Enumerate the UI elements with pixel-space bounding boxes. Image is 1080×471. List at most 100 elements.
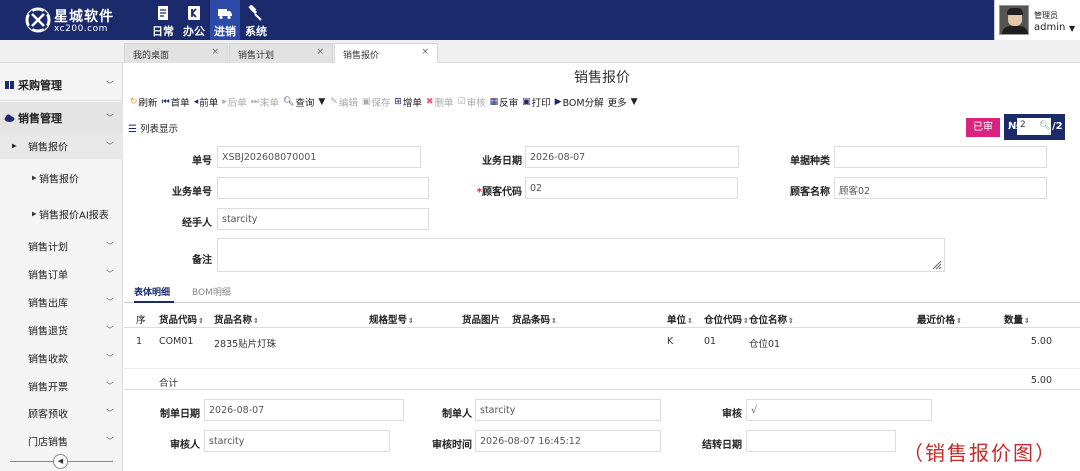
bom-button[interactable]: ▶ BOM分解 xyxy=(555,95,604,109)
remark-field[interactable] xyxy=(217,238,945,272)
next-icon: ▸ xyxy=(222,97,227,107)
doc-no-label: 单号 xyxy=(192,156,212,167)
cell-loc-name: 仓位01 xyxy=(749,339,781,350)
refresh-button[interactable]: ↻ 刷新 xyxy=(130,95,158,109)
search-button[interactable]: 🔍︎ 查询 ▼ xyxy=(283,95,326,109)
approve-button[interactable]: ☑ 审核 xyxy=(458,95,486,109)
top-bar: 星城软件 xc200.com 日常 办公 进销 系统 管理员 admin ▼ xyxy=(0,0,1080,40)
auditor-field[interactable]: starcity xyxy=(204,430,390,452)
close-icon[interactable]: × xyxy=(316,47,324,57)
col-barcode[interactable]: 货品条码⇕ xyxy=(512,312,557,326)
brand-logo[interactable]: 星城软件 xc200.com xyxy=(24,4,134,36)
user-menu[interactable]: 管理员 admin ▼ xyxy=(994,0,1080,40)
tab-desktop[interactable]: 我的桌面 × xyxy=(124,43,228,63)
topnav-system[interactable]: 系统 xyxy=(241,0,271,40)
topnav-sales[interactable]: 进销 xyxy=(210,0,240,40)
refresh-icon: ↻ xyxy=(130,97,138,107)
col-loc-code[interactable]: 仓位代码⇕ xyxy=(704,312,749,326)
list-view-toggle[interactable]: ☰ 列表显示 xyxy=(128,121,178,135)
record-pager: № 2 🔍︎ /2 xyxy=(1004,114,1065,140)
col-image: 货品图片 xyxy=(462,315,501,326)
biz-no-field[interactable] xyxy=(217,177,429,199)
col-last-price[interactable]: 最近价格⇕ xyxy=(917,312,962,326)
edit-button[interactable]: ✎ 编辑 xyxy=(330,95,358,109)
sidebar-item-sales-return[interactable]: 销售退货 ﹀ xyxy=(0,316,123,344)
chevron-down-icon: ﹀ xyxy=(106,436,114,446)
biz-date-field[interactable]: 2026-08-07 xyxy=(525,146,739,168)
detail-tabs: 表体明细 BOM明细 xyxy=(124,277,1080,303)
save-button[interactable]: ▣ 保存 xyxy=(362,95,391,109)
avatar xyxy=(999,5,1029,35)
sidebar-item-sales-quote[interactable]: ▶ 销售报价 ﹀ xyxy=(0,133,123,159)
biz-date-label: 业务日期 xyxy=(482,156,522,167)
sidebar-collapse[interactable]: ◀ xyxy=(0,448,123,471)
creator-label: 制单人 xyxy=(442,409,472,420)
sidebar-item-sales-receipt[interactable]: 销售收款 ﹀ xyxy=(0,344,123,372)
sidebar-item-sales-invoice[interactable]: 销售开票 ﹀ xyxy=(0,372,123,400)
sort-icon: ⇕ xyxy=(956,317,962,325)
settle-date-label: 结转日期 xyxy=(702,440,742,451)
tab-detail[interactable]: 表体明细 xyxy=(134,277,174,303)
col-loc-name[interactable]: 仓位名称⇕ xyxy=(749,312,794,326)
col-unit[interactable]: 单位⇕ xyxy=(667,312,693,326)
col-qty[interactable]: 数量⇕ xyxy=(1004,312,1030,326)
creator-field[interactable]: starcity xyxy=(475,399,661,421)
audit-time-field[interactable]: 2026-08-07 16:45:12 xyxy=(475,430,661,452)
remark-label: 备注 xyxy=(192,255,212,266)
unapprove-button[interactable]: ▦ 反审 xyxy=(490,95,519,109)
sidebar-leaf-sales-quote-ai[interactable]: ▶ 销售报价AI报表 xyxy=(0,196,123,232)
user-name: admin xyxy=(1034,22,1066,33)
topnav-office[interactable]: 办公 xyxy=(179,0,209,40)
sidebar-item-sales-order[interactable]: 销售订单 ﹀ xyxy=(0,260,123,288)
truck-icon xyxy=(218,9,232,20)
sort-icon: ⇕ xyxy=(198,317,204,325)
prev-button[interactable]: ◂ 前单 xyxy=(194,95,219,109)
doc-no-field[interactable]: XSBJ202608070001 xyxy=(217,146,421,168)
delete-button[interactable]: ✖ 删单 xyxy=(426,95,454,109)
topnav-daily[interactable]: 日常 xyxy=(148,0,178,40)
tab-sales-plan[interactable]: 销售计划 × xyxy=(229,43,333,63)
chevron-down-icon: ﹀ xyxy=(106,381,114,391)
list-icon: ☰ xyxy=(128,124,137,135)
total-label: 合计 xyxy=(159,378,179,389)
sidebar-leaf-sales-quote[interactable]: ▶ 销售报价 xyxy=(0,160,123,196)
handler-field[interactable]: starcity xyxy=(217,208,429,230)
col-seq: 序 xyxy=(136,315,146,326)
print-button[interactable]: ▣ 打印 xyxy=(522,95,551,109)
customer-name-field[interactable]: 顾客02 xyxy=(834,177,1047,199)
settle-date-field[interactable] xyxy=(746,430,896,452)
sort-icon: ⇕ xyxy=(551,317,557,325)
more-button[interactable]: 更多 ▼ xyxy=(608,95,639,109)
sidebar-group-purchase[interactable]: 采购管理 ﹀ xyxy=(0,69,123,101)
chevron-down-icon: ﹀ xyxy=(106,297,114,307)
page-title: 销售报价 xyxy=(574,70,630,86)
k-icon xyxy=(188,6,200,20)
tab-label: 销售报价 xyxy=(343,51,380,61)
sidebar-item-sales-plan[interactable]: 销售计划 ﹀ xyxy=(0,232,123,260)
sort-icon: ⇕ xyxy=(408,317,414,325)
tab-sales-quote[interactable]: 销售报价 × xyxy=(334,43,438,63)
col-code[interactable]: 货品代码⇕ xyxy=(159,312,204,326)
tab-bom[interactable]: BOM明细 xyxy=(192,277,232,303)
search-icon[interactable]: 🔍︎ xyxy=(1039,121,1050,131)
sidebar-item-sales-out[interactable]: 销售出库 ﹀ xyxy=(0,288,123,316)
last-button[interactable]: ⏭ 末单 xyxy=(251,95,279,109)
created-date-field[interactable]: 2026-08-07 xyxy=(204,399,404,421)
close-icon[interactable]: × xyxy=(421,47,429,57)
add-button[interactable]: ⊞ 增单 xyxy=(394,95,422,109)
close-icon[interactable]: × xyxy=(211,47,219,57)
sidebar-item-label: 门店销售 xyxy=(28,437,68,449)
cell-seq: 1 xyxy=(136,336,143,347)
sidebar-item-customer-prepay[interactable]: 顾客预收 ﹀ xyxy=(0,399,123,427)
customer-code-field[interactable]: 02 xyxy=(525,177,738,199)
col-spec[interactable]: 规格型号⇕ xyxy=(369,312,414,326)
doc-type-field[interactable] xyxy=(834,146,1047,168)
first-button[interactable]: ⏮ 首单 xyxy=(162,95,190,109)
collapse-icon[interactable]: ◀ xyxy=(53,454,68,469)
audit-field[interactable]: √ xyxy=(746,399,932,421)
sidebar-group-sales[interactable]: 销售管理 ﹀ xyxy=(0,102,123,134)
resize-handle-icon[interactable] xyxy=(932,260,942,270)
chevron-down-icon: ﹀ xyxy=(106,269,114,279)
next-button[interactable]: ▸ 后单 xyxy=(222,95,247,109)
col-name[interactable]: 货品名称⇕ xyxy=(214,312,259,326)
